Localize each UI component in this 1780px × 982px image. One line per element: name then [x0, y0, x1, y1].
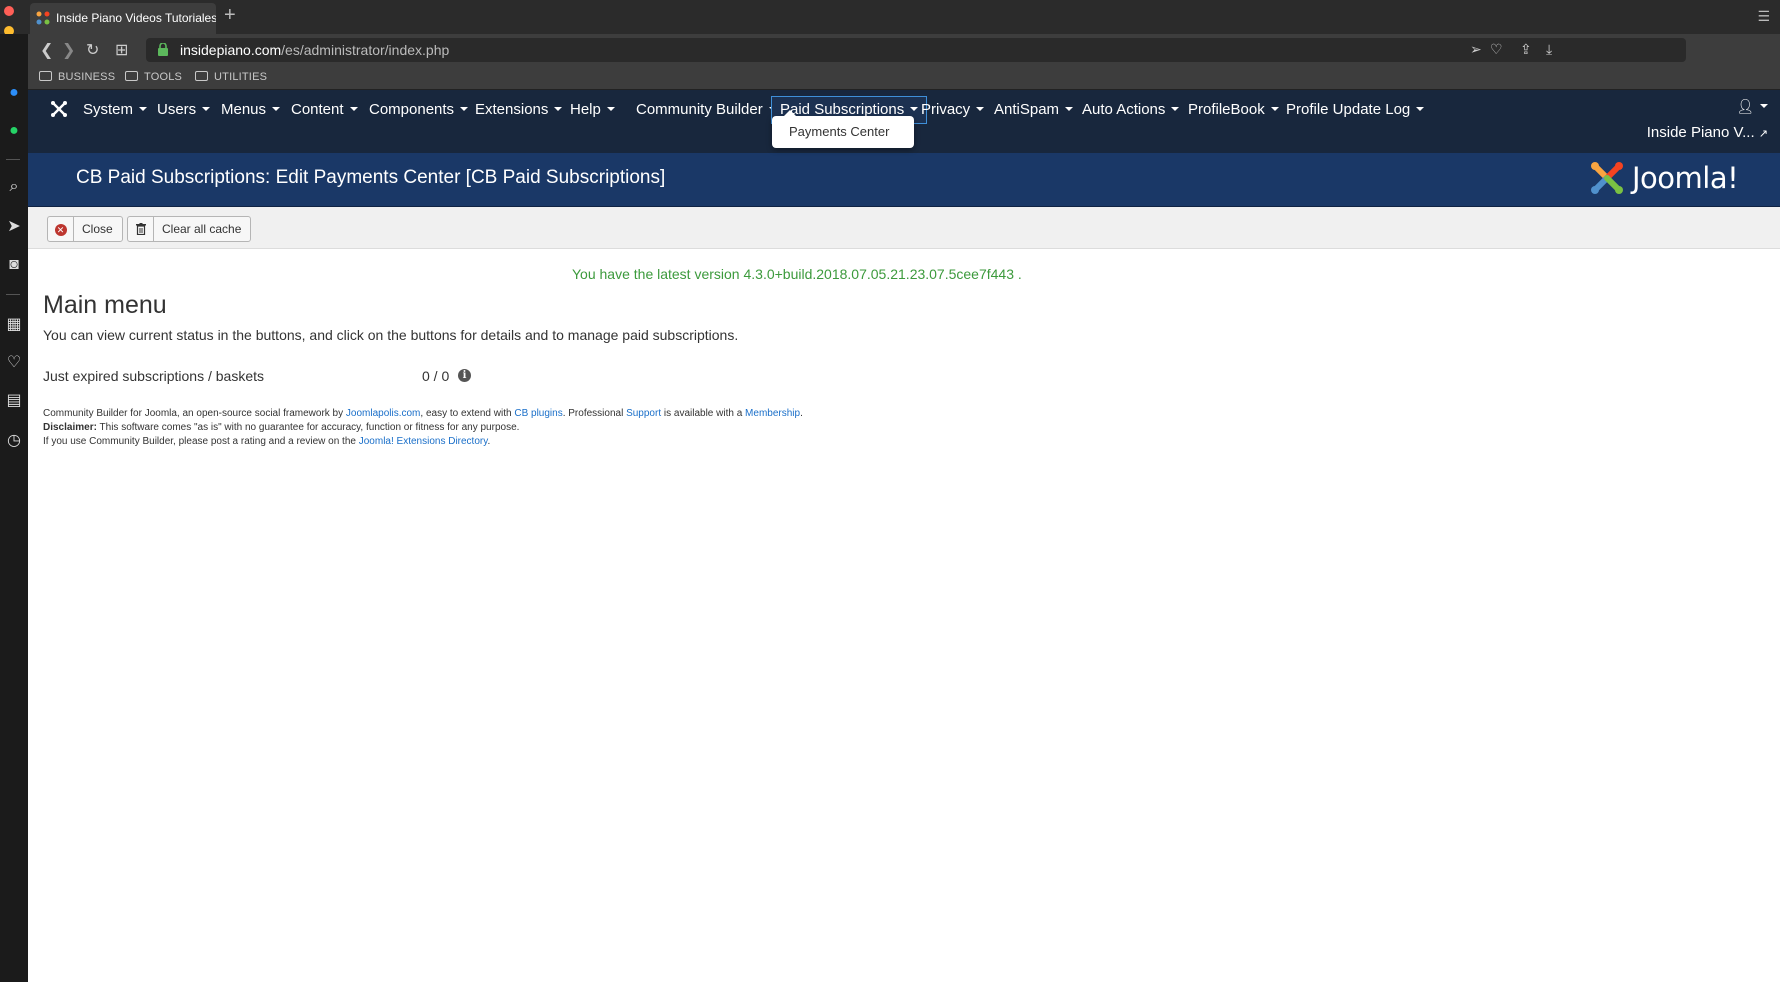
footer-line-review: If you use Community Builder, please pos…	[43, 436, 491, 447]
tabs-grid-icon[interactable]: ⊞	[115, 40, 128, 60]
share-icon[interactable]: ⇪	[1520, 41, 1532, 58]
forward-icon[interactable]: ❯	[62, 40, 75, 60]
sidebar-divider	[6, 294, 20, 295]
browser-tab[interactable]: Inside Piano Videos Tutoriales	[30, 3, 216, 34]
download-icon[interactable]: ⤓	[1546, 41, 1552, 58]
support-link[interactable]: Support	[626, 408, 661, 419]
page-title: CB Paid Subscriptions: Edit Payments Cen…	[76, 167, 666, 188]
expired-subscriptions-label: Just expired subscriptions / baskets	[43, 368, 264, 384]
menu-components[interactable]: Components	[361, 96, 476, 124]
menu-antispam[interactable]: AntiSpam	[986, 96, 1081, 124]
page-content: System Users Menus Content Components Ex…	[28, 90, 1780, 982]
clear-cache-button[interactable]: Clear all cache	[127, 216, 252, 242]
caret-down-icon	[606, 107, 615, 111]
send-icon[interactable]: ➤	[3, 216, 25, 236]
send-page-icon[interactable]: ➢	[1470, 41, 1482, 58]
user-menu[interactable]: 👤︎	[1736, 98, 1768, 115]
bookmarks-bar: BUSINESS TOOLS UTILITIES	[28, 66, 1780, 90]
joomla-home-icon[interactable]	[50, 100, 68, 118]
menu-extensions[interactable]: Extensions	[467, 96, 570, 124]
site-link[interactable]: Inside Piano V... ↗	[1647, 122, 1768, 145]
sidebar-divider	[6, 159, 20, 160]
expired-subscriptions-value[interactable]: 0 / 0	[422, 368, 449, 384]
dropdown-item-payments-center[interactable]: Payments Center	[772, 116, 914, 148]
caret-down-icon	[1065, 107, 1074, 111]
menu-users[interactable]: Users	[149, 96, 218, 124]
section-title: Main menu	[43, 291, 167, 319]
joomla-logo: Joomla!	[1590, 159, 1760, 199]
folder-icon	[195, 71, 208, 81]
toolbar: ✕ Close Clear all cache	[28, 207, 1780, 249]
user-icon: 👤︎	[1736, 98, 1754, 114]
info-icon[interactable]: i	[458, 369, 471, 382]
browser-tab-bar: Inside Piano Videos Tutoriales + ☰	[0, 0, 1780, 55]
joomla-favicon-icon	[36, 11, 50, 25]
trash-icon	[135, 223, 146, 236]
caret-down-icon	[139, 107, 148, 111]
caret-down-icon	[1416, 107, 1425, 111]
bookmark-heart-icon[interactable]: ♡	[1490, 41, 1503, 58]
messenger-icon[interactable]: ●	[3, 84, 25, 102]
menu-auto-actions[interactable]: Auto Actions	[1074, 96, 1187, 124]
external-link-icon: ↗	[1758, 128, 1768, 140]
menu-privacy[interactable]: Privacy	[913, 96, 992, 124]
back-icon[interactable]: ❮	[40, 40, 53, 60]
camera-icon[interactable]: ◙	[3, 256, 25, 274]
joomla-logo-text: Joomla!	[1632, 161, 1739, 195]
membership-link[interactable]: Membership	[745, 408, 800, 419]
browser-sidebar: ● ● ⌕ ➤ ◙ ▦ ♡ ▤ ◷	[0, 34, 28, 982]
heart-icon[interactable]: ♡	[3, 352, 25, 372]
search-icon[interactable]: ⌕	[3, 178, 25, 196]
whatsapp-icon[interactable]: ●	[3, 122, 25, 140]
url-host: insidepiano.com	[180, 42, 282, 58]
menu-community-builder[interactable]: Community Builder	[628, 96, 785, 124]
speed-dial-icon[interactable]: ▦	[3, 314, 25, 334]
url-field[interactable]: insidepiano.com/es/administrator/index.p…	[146, 38, 1686, 62]
bookmark-folder-tools[interactable]: TOOLS	[125, 71, 182, 83]
close-button[interactable]: ✕ Close	[47, 216, 123, 242]
version-message: You have the latest version 4.3.0+build.…	[572, 266, 1022, 282]
reload-icon[interactable]: ↻	[86, 40, 99, 60]
address-bar: ❮ ❯ ↻ ⊞ insidepiano.com/es/administrator…	[28, 34, 1780, 66]
caret-down-icon	[1760, 104, 1768, 108]
joomla-logo-icon	[1591, 162, 1623, 194]
folder-icon	[39, 71, 52, 81]
new-tab-icon[interactable]: +	[224, 4, 236, 27]
bookmark-folder-business[interactable]: BUSINESS	[39, 71, 115, 83]
caret-down-icon	[202, 107, 211, 111]
menu-help[interactable]: Help	[562, 96, 623, 124]
caret-down-icon	[349, 107, 358, 111]
paid-subscriptions-dropdown: Payments Center	[772, 110, 914, 148]
menu-profile-update-log[interactable]: Profile Update Log	[1278, 96, 1432, 124]
section-description: You can view current status in the butto…	[43, 327, 739, 343]
jed-link[interactable]: Joomla! Extensions Directory	[359, 436, 488, 447]
close-window-icon[interactable]	[4, 6, 14, 16]
bookmark-folder-utilities[interactable]: UTILITIES	[195, 71, 267, 83]
news-icon[interactable]: ▤	[3, 390, 25, 410]
cb-plugins-link[interactable]: CB plugins	[514, 408, 562, 419]
footer: Community Builder for Joomla, an open-so…	[43, 407, 803, 449]
menu-profilebook[interactable]: ProfileBook	[1180, 96, 1287, 124]
footer-line-credits: Community Builder for Joomla, an open-so…	[43, 408, 803, 419]
menu-menus[interactable]: Menus	[213, 96, 288, 124]
browser-tab-title: Inside Piano Videos Tutoriales	[56, 11, 216, 25]
joomlapolis-link[interactable]: Joomlapolis.com	[346, 408, 420, 419]
folder-icon	[125, 71, 138, 81]
menu-content[interactable]: Content	[283, 96, 366, 124]
history-icon[interactable]: ◷	[3, 430, 25, 450]
footer-line-disclaimer: Disclaimer: This software comes "as is" …	[43, 422, 520, 433]
tab-menu-icon[interactable]: ☰	[1757, 8, 1770, 25]
menu-system[interactable]: System	[75, 96, 155, 124]
caret-down-icon	[976, 107, 985, 111]
url-path: /es/administrator/index.php	[281, 42, 450, 58]
caret-down-icon	[272, 107, 281, 111]
caret-down-icon	[1171, 107, 1180, 111]
page-header: CB Paid Subscriptions: Edit Payments Cen…	[28, 153, 1780, 207]
lock-icon	[158, 43, 168, 56]
close-icon: ✕	[54, 224, 67, 236]
